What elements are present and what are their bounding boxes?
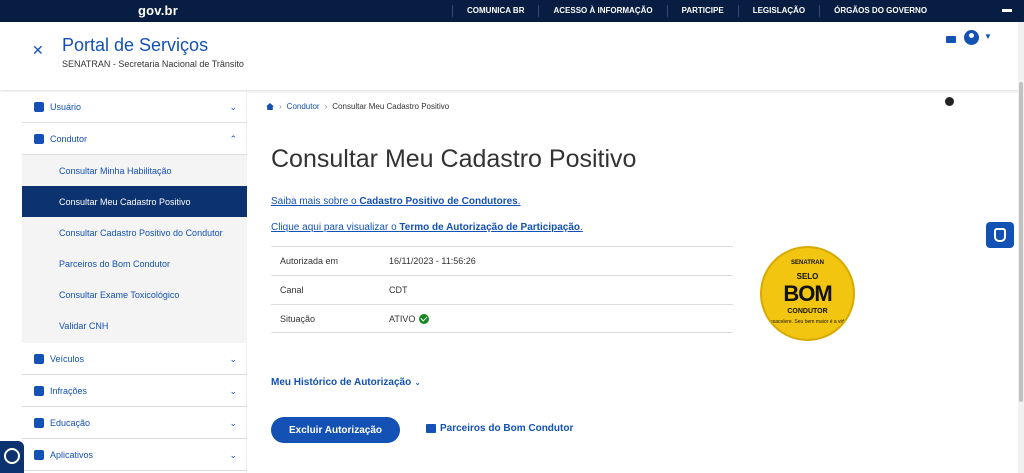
gov-topbar: gov.br COMUNICA BR ACESSO À INFORMAÇÃO P… bbox=[0, 0, 1024, 22]
sidebar-item-usuario[interactable]: Usuário ⌄ bbox=[22, 92, 247, 123]
chevron-down-icon: ⌄ bbox=[414, 378, 421, 387]
cookie-settings-button[interactable] bbox=[0, 441, 24, 473]
sidebar-item-label: Usuário bbox=[50, 102, 82, 112]
user-icon bbox=[34, 102, 44, 112]
row-value: 16/11/2023 - 11:56:26 bbox=[389, 256, 476, 266]
document-icon bbox=[34, 386, 44, 396]
hands-icon bbox=[994, 228, 1006, 242]
sidebar-item-label: Educação bbox=[50, 418, 91, 428]
govbr-logo[interactable]: gov.br bbox=[138, 3, 178, 18]
chevron-down-icon: ⌄ bbox=[229, 417, 237, 428]
page-header: ✕ Portal de Serviços SENATRAN - Secretar… bbox=[0, 22, 1024, 90]
row-value: CDT bbox=[389, 285, 408, 295]
chevron-up-icon: ⌃ bbox=[229, 133, 237, 144]
home-icon[interactable] bbox=[266, 103, 274, 110]
sidebar: Usuário ⌄ Condutor ⌃ Consultar Minha Hab… bbox=[0, 92, 247, 473]
link-suffix: . bbox=[517, 196, 521, 207]
submenu-validar-cnh[interactable]: Validar CNH bbox=[22, 310, 247, 341]
car-icon bbox=[34, 354, 44, 364]
page-title: Consultar Meu Cadastro Positivo bbox=[271, 145, 637, 173]
sidebar-item-label: Condutor bbox=[50, 134, 88, 144]
sidebar-item-aplicativos[interactable]: Aplicativos ⌄ bbox=[22, 440, 247, 471]
selo-condutor: CONDUTOR bbox=[787, 308, 828, 315]
submenu-parceiros[interactable]: Parceiros do Bom Condutor bbox=[22, 248, 247, 279]
link-suffix: . bbox=[580, 222, 583, 233]
chevron-down-icon: ⌄ bbox=[229, 101, 237, 112]
selo-slogan: Desacelere. Seu bem maior é a vida. bbox=[766, 319, 849, 325]
termo-autorizacao-link[interactable]: Clique aqui para visualizar o Termo de A… bbox=[271, 222, 583, 233]
sidebar-item-infracoes[interactable]: Infrações ⌄ bbox=[22, 376, 247, 407]
row-key: Situação bbox=[280, 313, 316, 324]
sidebar-item-label: Aplicativos bbox=[50, 450, 94, 460]
historico-toggle[interactable]: Meu Histórico de Autorização ⌄ bbox=[271, 377, 421, 388]
selo-senatran: SENATRAN bbox=[791, 260, 824, 266]
row-key: Canal bbox=[280, 285, 304, 295]
autorizacao-table: Autorizada em 16/11/2023 - 11:56:26 Cana… bbox=[271, 246, 733, 333]
breadcrumb-condutor[interactable]: Condutor bbox=[287, 102, 320, 111]
table-row: Canal CDT bbox=[271, 275, 733, 304]
chevron-down-icon[interactable]: ▼ bbox=[984, 32, 992, 41]
submenu-cadastro-positivo-condutor[interactable]: Consultar Cadastro Positivo do Condutor bbox=[22, 217, 247, 248]
submenu-minha-habilitacao[interactable]: Consultar Minha Habilitação bbox=[22, 155, 247, 186]
vlibras-button[interactable] bbox=[986, 222, 1014, 248]
sidebar-item-label: Veículos bbox=[50, 354, 85, 364]
topnav-comunica[interactable]: COMUNICA BR bbox=[452, 5, 538, 17]
parceiros-label: Parceiros do Bom Condutor bbox=[440, 423, 574, 434]
gift-icon bbox=[426, 424, 436, 433]
row-value-text: CDT bbox=[389, 285, 408, 295]
sidebar-item-educacao[interactable]: Educação ⌄ bbox=[22, 408, 247, 439]
page-scrollbar[interactable] bbox=[1018, 22, 1024, 473]
table-row: Situação ATIVO bbox=[271, 304, 733, 333]
chevron-down-icon: ⌄ bbox=[229, 353, 237, 364]
chevron-down-icon: ⌄ bbox=[229, 449, 237, 460]
row-key: Autorizada em bbox=[280, 256, 339, 266]
historico-label: Meu Histórico de Autorização bbox=[271, 377, 412, 388]
row-value-text: 16/11/2023 - 11:56:26 bbox=[389, 256, 476, 266]
main-content: › Condutor › Consultar Meu Cadastro Posi… bbox=[248, 92, 1024, 473]
mobile-icon bbox=[34, 450, 44, 460]
row-value: ATIVO bbox=[389, 313, 430, 324]
breadcrumb-current: Consultar Meu Cadastro Positivo bbox=[332, 102, 450, 111]
submenu-meu-cadastro-positivo[interactable]: Consultar Meu Cadastro Positivo bbox=[22, 186, 247, 217]
user-avatar-icon[interactable] bbox=[964, 30, 979, 45]
sidebar-item-veiculos[interactable]: Veículos ⌄ bbox=[22, 344, 247, 375]
chevron-down-icon: ⌄ bbox=[229, 385, 237, 396]
link-bold: Termo de Autorização de Participação bbox=[399, 222, 581, 233]
selo-label: SELO bbox=[796, 272, 819, 281]
condutor-submenu: Consultar Minha Habilitação Consultar Me… bbox=[22, 155, 247, 343]
table-row: Autorizada em 16/11/2023 - 11:56:26 bbox=[271, 246, 733, 275]
portal-subtitle: SENATRAN - Secretaria Nacional de Trânsi… bbox=[62, 59, 244, 69]
sidebar-item-condutor[interactable]: Condutor ⌃ bbox=[22, 124, 247, 155]
parceiros-button[interactable]: Parceiros do Bom Condutor bbox=[426, 423, 573, 434]
portal-title: Portal de Serviços bbox=[62, 35, 209, 55]
scrollbar-thumb[interactable] bbox=[1019, 82, 1023, 402]
top-nav: COMUNICA BR ACESSO À INFORMAÇÃO PARTICIP… bbox=[452, 0, 941, 22]
link-prefix: Clique aqui para visualizar o bbox=[271, 222, 400, 233]
topnav-participe[interactable]: PARTICIPE bbox=[666, 5, 738, 17]
status-text: ATIVO bbox=[389, 313, 416, 324]
selo-bom-condutor-badge: SENATRAN SELO BOM CONDUTOR Desacelere. S… bbox=[760, 246, 855, 341]
link-bold: Cadastro Positivo de Condutores bbox=[359, 196, 518, 207]
menu-icon[interactable] bbox=[1002, 9, 1012, 12]
topnav-orgaos[interactable]: ÓRGÃOS DO GOVERNO bbox=[819, 5, 941, 17]
link-prefix: Saiba mais sobre o bbox=[271, 196, 360, 207]
close-icon[interactable]: ✕ bbox=[32, 42, 44, 59]
breadcrumb-separator: › bbox=[324, 102, 328, 111]
breadcrumb-separator: › bbox=[279, 102, 282, 111]
clock-icon[interactable] bbox=[945, 97, 954, 106]
id-card-icon bbox=[34, 134, 44, 144]
cookie-icon bbox=[4, 448, 20, 464]
breadcrumb: › Condutor › Consultar Meu Cadastro Posi… bbox=[266, 102, 449, 111]
saiba-mais-link[interactable]: Saiba mais sobre o Cadastro Positivo de … bbox=[271, 196, 521, 207]
check-circle-icon bbox=[419, 313, 430, 324]
road-icon bbox=[34, 418, 44, 428]
mail-icon[interactable] bbox=[946, 36, 956, 43]
excluir-autorizacao-button[interactable]: Excluir Autorização bbox=[271, 417, 400, 443]
topnav-legislacao[interactable]: LEGISLAÇÃO bbox=[737, 5, 819, 17]
sidebar-item-label: Infrações bbox=[50, 386, 88, 396]
submenu-exame-toxicologico[interactable]: Consultar Exame Toxicológico bbox=[22, 279, 247, 310]
selo-bom: BOM bbox=[783, 281, 832, 306]
topnav-acesso[interactable]: ACESSO À INFORMAÇÃO bbox=[538, 5, 666, 17]
